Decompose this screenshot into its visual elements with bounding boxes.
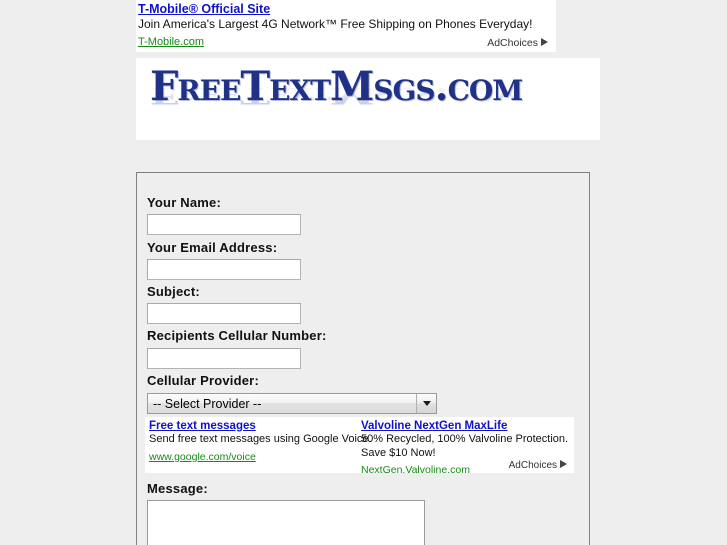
inline-ad-block: Free text messages Send free text messag… xyxy=(145,417,574,473)
inline-ad-adchoices[interactable]: AdChoices xyxy=(509,460,569,471)
top-ad-url-link[interactable]: T-Mobile.com xyxy=(138,35,204,49)
logo-text-reflection: FreeTextMsgs.com xyxy=(150,82,523,109)
adchoices-label: AdChoices xyxy=(487,37,538,49)
inline-ad-1-title-link[interactable]: Free text messages xyxy=(149,419,357,433)
label-your-email-address: Your Email Address: xyxy=(147,240,278,255)
inline-ad-2-description-line1: 50% Recycled, 100% Valvoline Protection. xyxy=(361,433,569,445)
input-your-name[interactable] xyxy=(147,214,301,235)
inline-ad-item-1: Free text messages Send free text messag… xyxy=(149,419,372,465)
input-message[interactable] xyxy=(147,500,425,545)
select-cellular-provider-value: -- Select Provider -- xyxy=(153,396,262,411)
input-recipients-cellular-number[interactable] xyxy=(147,348,301,369)
page-root: T-Mobile® Official Site Join America's L… xyxy=(0,0,727,545)
label-subject: Subject: xyxy=(147,284,200,299)
inline-ad-1-description-line1: Send free text messages using Google Voi… xyxy=(149,433,372,445)
site-logo-banner[interactable]: FreeTextMsgs.com FreeTextMsgs.com xyxy=(136,58,600,140)
adchoices-triangle-icon xyxy=(560,460,569,469)
top-ad-block: T-Mobile® Official Site Join America's L… xyxy=(136,0,556,52)
inline-ad-1-url-link[interactable]: www.google.com/voice xyxy=(149,451,256,464)
label-message: Message: xyxy=(147,481,208,496)
send-message-form: Your Name: Your Email Address: Subject: … xyxy=(136,172,590,545)
select-cellular-provider-arrow-button[interactable] xyxy=(416,394,436,413)
adchoices-triangle-icon xyxy=(541,38,550,47)
logo-graphic: FreeTextMsgs.com FreeTextMsgs.com xyxy=(150,64,590,136)
inline-ad-2-title-link[interactable]: Valvoline NextGen MaxLife xyxy=(361,419,569,433)
label-your-name: Your Name: xyxy=(147,195,221,210)
inline-ad-2-description-line2: Save $10 Now! xyxy=(361,446,436,459)
top-ad-description: Join America's Largest 4G Network™ Free … xyxy=(138,17,533,31)
input-subject[interactable] xyxy=(147,303,301,324)
chevron-down-icon xyxy=(422,401,431,406)
inline-ad-2-url-link[interactable]: NextGen.Valvoline.com xyxy=(361,464,470,473)
input-your-email-address[interactable] xyxy=(147,259,301,280)
label-cellular-provider: Cellular Provider: xyxy=(147,373,259,388)
top-ad-adchoices[interactable]: AdChoices xyxy=(487,37,550,49)
top-ad-title-link[interactable]: T-Mobile® Official Site xyxy=(138,2,550,17)
label-recipients-cellular-number: Recipients Cellular Number: xyxy=(147,328,327,343)
select-cellular-provider[interactable]: -- Select Provider -- xyxy=(147,393,437,414)
adchoices-label: AdChoices xyxy=(508,460,557,471)
